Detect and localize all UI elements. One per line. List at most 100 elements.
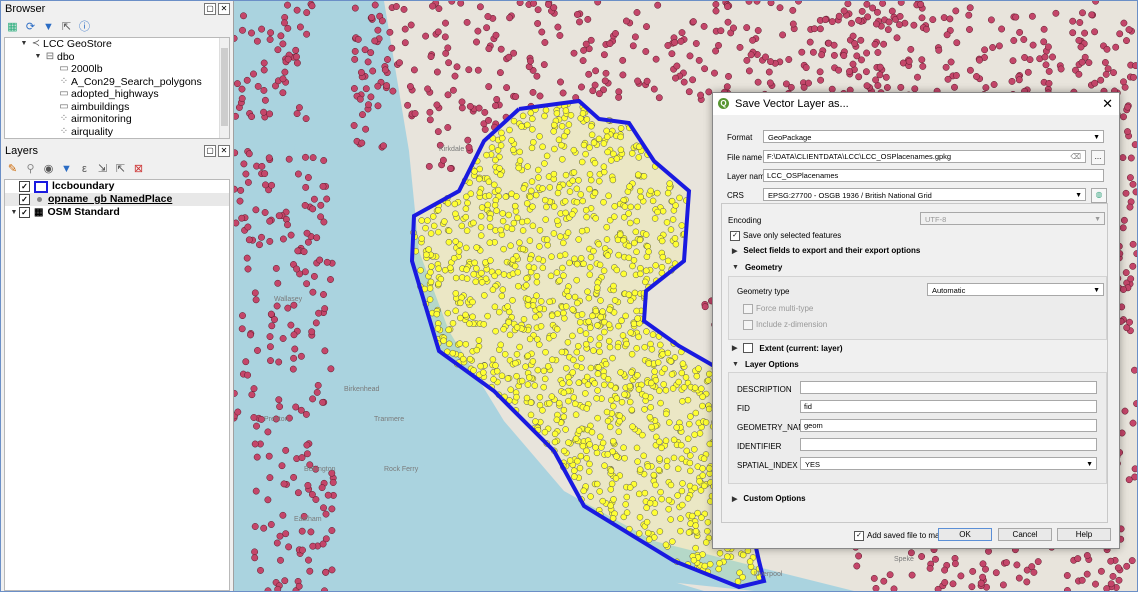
place-point [247, 331, 254, 339]
selected-place-point [651, 509, 658, 516]
option-description-input[interactable] [800, 381, 1097, 394]
extent-label: Extent (current: layer) [759, 343, 843, 353]
place-point [926, 564, 934, 572]
layername-input[interactable]: LCC_OSPlacenames [763, 169, 1104, 182]
place-point [969, 567, 977, 575]
list-item[interactable]: ▭ 2000lb [5, 63, 229, 76]
expanded-arrow-icon[interactable]: ▼ [9, 206, 19, 219]
filename-input[interactable]: F:\DATA\CLIENTDATA\LCC\LCC_OSPlacenames.… [763, 150, 1086, 163]
collapse-all-icon[interactable]: ⇱ [60, 21, 73, 34]
layer-item-osm[interactable]: ▼ ✓ ▦ OSM Standard [5, 206, 229, 219]
selected-place-point [561, 132, 568, 140]
browse-button[interactable]: ... [1091, 150, 1105, 165]
checkbox-icon[interactable]: ✓ [19, 207, 30, 218]
selected-place-point [595, 364, 602, 371]
tree-row-schema[interactable]: ▼ ⊟ dbo [5, 51, 229, 64]
selected-place-point [579, 110, 587, 117]
collapse-all-icon[interactable]: ⇱ [114, 163, 127, 176]
remove-layer-icon[interactable]: ⊠ [132, 163, 145, 176]
geometry-type-select[interactable]: Automatic ▼ [927, 283, 1104, 296]
layer-item-opname[interactable]: ✓ opname_gb NamedPlace [5, 193, 229, 206]
close-icon[interactable]: ✕ [1102, 93, 1113, 115]
geometry-section[interactable]: ▼ Geometry [732, 263, 782, 272]
float-icon[interactable]: ▢ [204, 145, 216, 157]
custom-options-section[interactable]: ▶ Custom Options [732, 494, 806, 503]
cancel-button[interactable]: Cancel [998, 528, 1052, 541]
expand-all-icon[interactable]: ⇲ [96, 163, 109, 176]
format-select[interactable]: GeoPackage ▼ [763, 130, 1104, 143]
selected-place-point [607, 157, 615, 164]
expanded-arrow-icon[interactable]: ▼ [19, 38, 29, 51]
place-point [388, 44, 396, 52]
filter-icon[interactable]: ▼ [42, 21, 55, 34]
place-point [1132, 62, 1137, 70]
place-point [897, 1, 905, 6]
option-identifier-input[interactable] [800, 438, 1097, 451]
place-point [570, 49, 578, 57]
force-multi-row[interactable]: Force multi-type [743, 304, 813, 314]
checkbox-icon[interactable]: ✓ [19, 194, 30, 205]
selected-place-point [659, 253, 667, 261]
option-fid-input[interactable]: fid [800, 400, 1097, 413]
expression-filter-icon[interactable]: ε [78, 163, 91, 176]
add-to-map-checkbox[interactable]: ✓ [854, 531, 864, 541]
place-point [602, 69, 610, 77]
info-icon[interactable]: ⓘ [78, 21, 91, 34]
place-point [234, 112, 239, 120]
list-item[interactable]: ▭ adopted_highways [5, 88, 229, 101]
place-point [893, 34, 901, 42]
include-z-checkbox[interactable] [743, 320, 753, 330]
select-fields-section[interactable]: ▶ Select fields to export and their expor… [732, 246, 920, 255]
selected-place-point [428, 263, 435, 270]
place-point [303, 30, 311, 38]
selected-place-point [662, 541, 670, 549]
place-point [481, 108, 489, 116]
crs-selector-button[interactable]: ◍ [1091, 188, 1107, 203]
place-point [272, 264, 280, 272]
dialog-title: Save Vector Layer as... [735, 98, 849, 110]
browser-scrollbar[interactable] [219, 38, 229, 138]
list-item[interactable]: ⁘ A_Con29_Search_polygons [5, 76, 229, 89]
place-point [483, 24, 491, 32]
filter-icon[interactable]: ▼ [60, 163, 73, 176]
extent-section[interactable]: ▶ Extent (current: layer) [732, 343, 843, 353]
expanded-arrow-icon[interactable]: ▼ [33, 51, 43, 64]
force-multi-checkbox[interactable] [743, 304, 753, 314]
list-item[interactable]: ▭ aimbuildings [5, 101, 229, 114]
spatial-index-select[interactable]: YES ▼ [800, 457, 1097, 470]
checkbox-icon[interactable]: ✓ [19, 181, 30, 192]
selected-place-point [621, 391, 628, 398]
manage-map-themes-icon[interactable]: ◉ [42, 163, 55, 176]
close-icon[interactable]: ✕ [218, 145, 230, 157]
layer-item-lccboundary[interactable]: ✓ lccboundary [5, 180, 229, 193]
add-layer-icon[interactable]: ▦ [6, 21, 19, 34]
extent-checkbox[interactable] [743, 343, 754, 353]
place-point [266, 343, 274, 351]
refresh-icon[interactable]: ⟳ [24, 21, 37, 34]
add-to-map-row[interactable]: ✓ Add saved file to map [854, 531, 944, 541]
clear-icon[interactable]: ⌫ [1070, 151, 1081, 163]
selected-place-point [466, 320, 473, 327]
add-group-icon[interactable]: ⚲ [24, 163, 37, 176]
style-icon[interactable]: ✎ [6, 163, 19, 176]
float-icon[interactable]: ▢ [204, 3, 216, 15]
help-button[interactable]: Help [1057, 528, 1111, 541]
list-item[interactable]: ⁘ airquality [5, 126, 229, 139]
layer-options-section[interactable]: ▼ Layer Options [732, 360, 799, 369]
list-item[interactable]: ⁘ airmonitoring [5, 113, 229, 126]
include-z-row[interactable]: Include z-dimension [743, 320, 827, 330]
ok-button[interactable]: OK [938, 528, 992, 541]
selected-place-point [603, 236, 611, 243]
crs-select[interactable]: EPSG:27700 - OSGB 1936 / British Nationa… [763, 188, 1086, 201]
save-selected-row[interactable]: ✓ Save only selected features [730, 231, 841, 241]
close-icon[interactable]: ✕ [218, 3, 230, 15]
save-selected-checkbox[interactable]: ✓ [730, 231, 740, 241]
encoding-select[interactable]: UTF-8 ▼ [920, 212, 1105, 225]
place-point [290, 331, 298, 339]
selected-place-point [578, 158, 586, 166]
option-geometry-name-input[interactable]: geom [800, 419, 1097, 432]
tree-row-root[interactable]: ▼ ≺ LCC GeoStore [5, 38, 229, 51]
place-point [304, 238, 312, 246]
selected-place-point [570, 169, 578, 176]
selected-place-point [670, 454, 678, 462]
